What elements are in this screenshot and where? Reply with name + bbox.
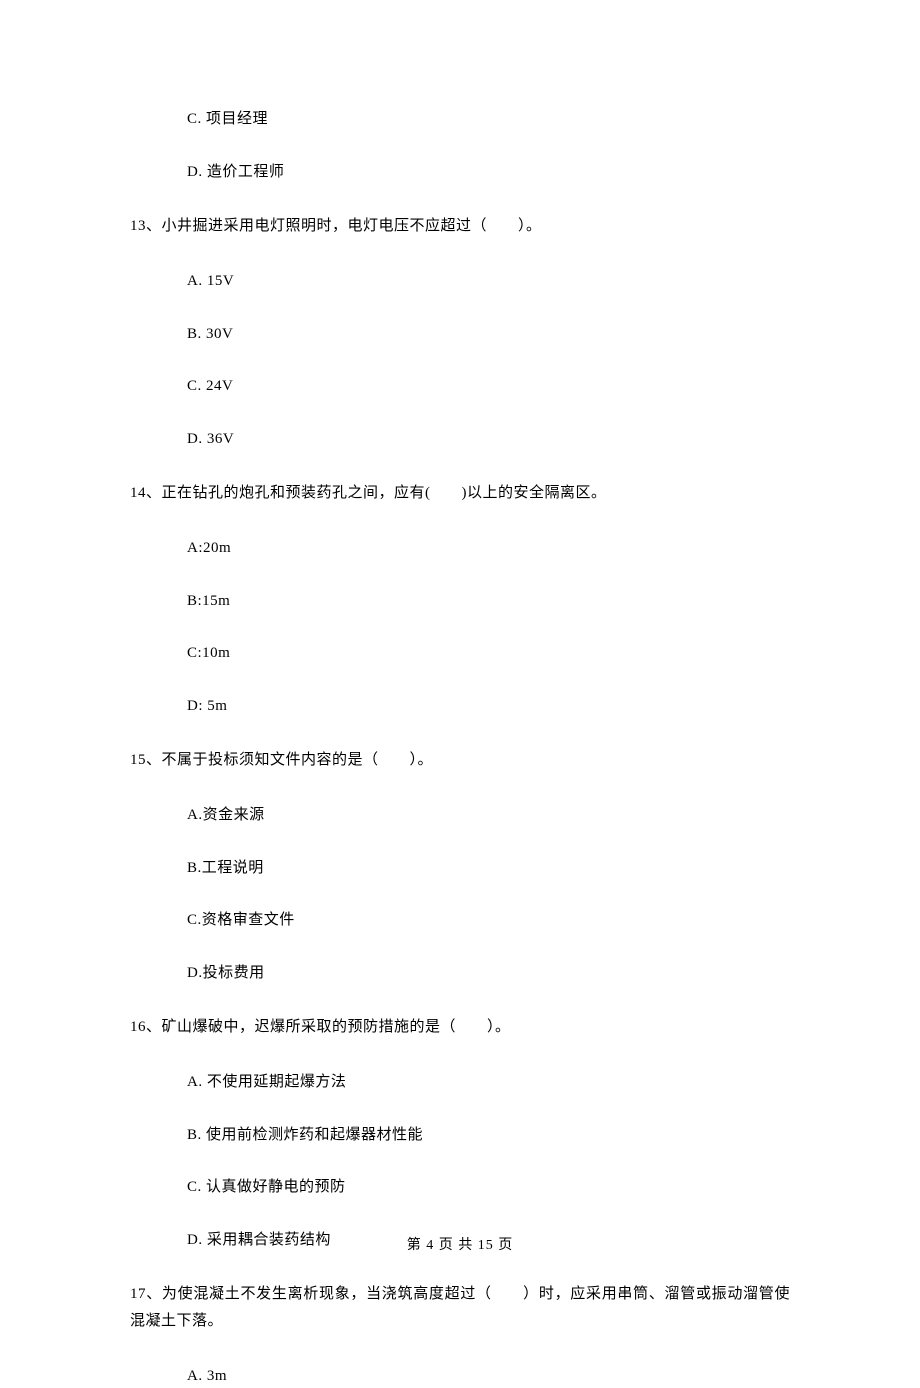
option-b: B. 30V: [187, 323, 790, 346]
option-b: B:15m: [187, 590, 790, 613]
option-d: D.投标费用: [187, 962, 790, 985]
option-c: C. 24V: [187, 375, 790, 398]
question-13-options: A. 15V B. 30V C. 24V D. 36V: [130, 270, 790, 450]
question-15: 15、不属于投标须知文件内容的是（ ）。: [130, 747, 790, 774]
option-a: A:20m: [187, 537, 790, 560]
question-15-options: A.资金来源 B.工程说明 C.资格审查文件 D.投标费用: [130, 804, 790, 984]
option-c: C.资格审查文件: [187, 909, 790, 932]
question-17: 17、为使混凝土不发生离析现象，当浇筑高度超过（ ）时，应采用串筒、溜管或振动溜…: [130, 1281, 790, 1335]
option-d: D: 5m: [187, 695, 790, 718]
option-c: C. 项目经理: [187, 108, 790, 131]
option-a: A. 15V: [187, 270, 790, 293]
prev-question-options: C. 项目经理 D. 造价工程师: [130, 108, 790, 183]
question-14-options: A:20m B:15m C:10m D: 5m: [130, 537, 790, 717]
question-17-options: A. 3m: [130, 1365, 790, 1388]
page-footer: 第 4 页 共 15 页: [0, 1234, 920, 1254]
option-c: C:10m: [187, 642, 790, 665]
option-c: C. 认真做好静电的预防: [187, 1176, 790, 1199]
question-16-options: A. 不使用延期起爆方法 B. 使用前检测炸药和起爆器材性能 C. 认真做好静电…: [130, 1071, 790, 1251]
option-d: D. 造价工程师: [187, 161, 790, 184]
option-d: D. 36V: [187, 428, 790, 451]
question-16: 16、矿山爆破中，迟爆所采取的预防措施的是（ ）。: [130, 1014, 790, 1041]
option-a: A. 不使用延期起爆方法: [187, 1071, 790, 1094]
question-13: 13、小井掘进采用电灯照明时，电灯电压不应超过（ ）。: [130, 213, 790, 240]
option-b: B. 使用前检测炸药和起爆器材性能: [187, 1124, 790, 1147]
question-14: 14、正在钻孔的炮孔和预装药孔之间，应有( )以上的安全隔离区。: [130, 480, 790, 507]
option-a: A.资金来源: [187, 804, 790, 827]
page: C. 项目经理 D. 造价工程师 13、小井掘进采用电灯照明时，电灯电压不应超过…: [0, 0, 920, 1302]
option-b: B.工程说明: [187, 857, 790, 880]
option-a: A. 3m: [187, 1365, 790, 1388]
